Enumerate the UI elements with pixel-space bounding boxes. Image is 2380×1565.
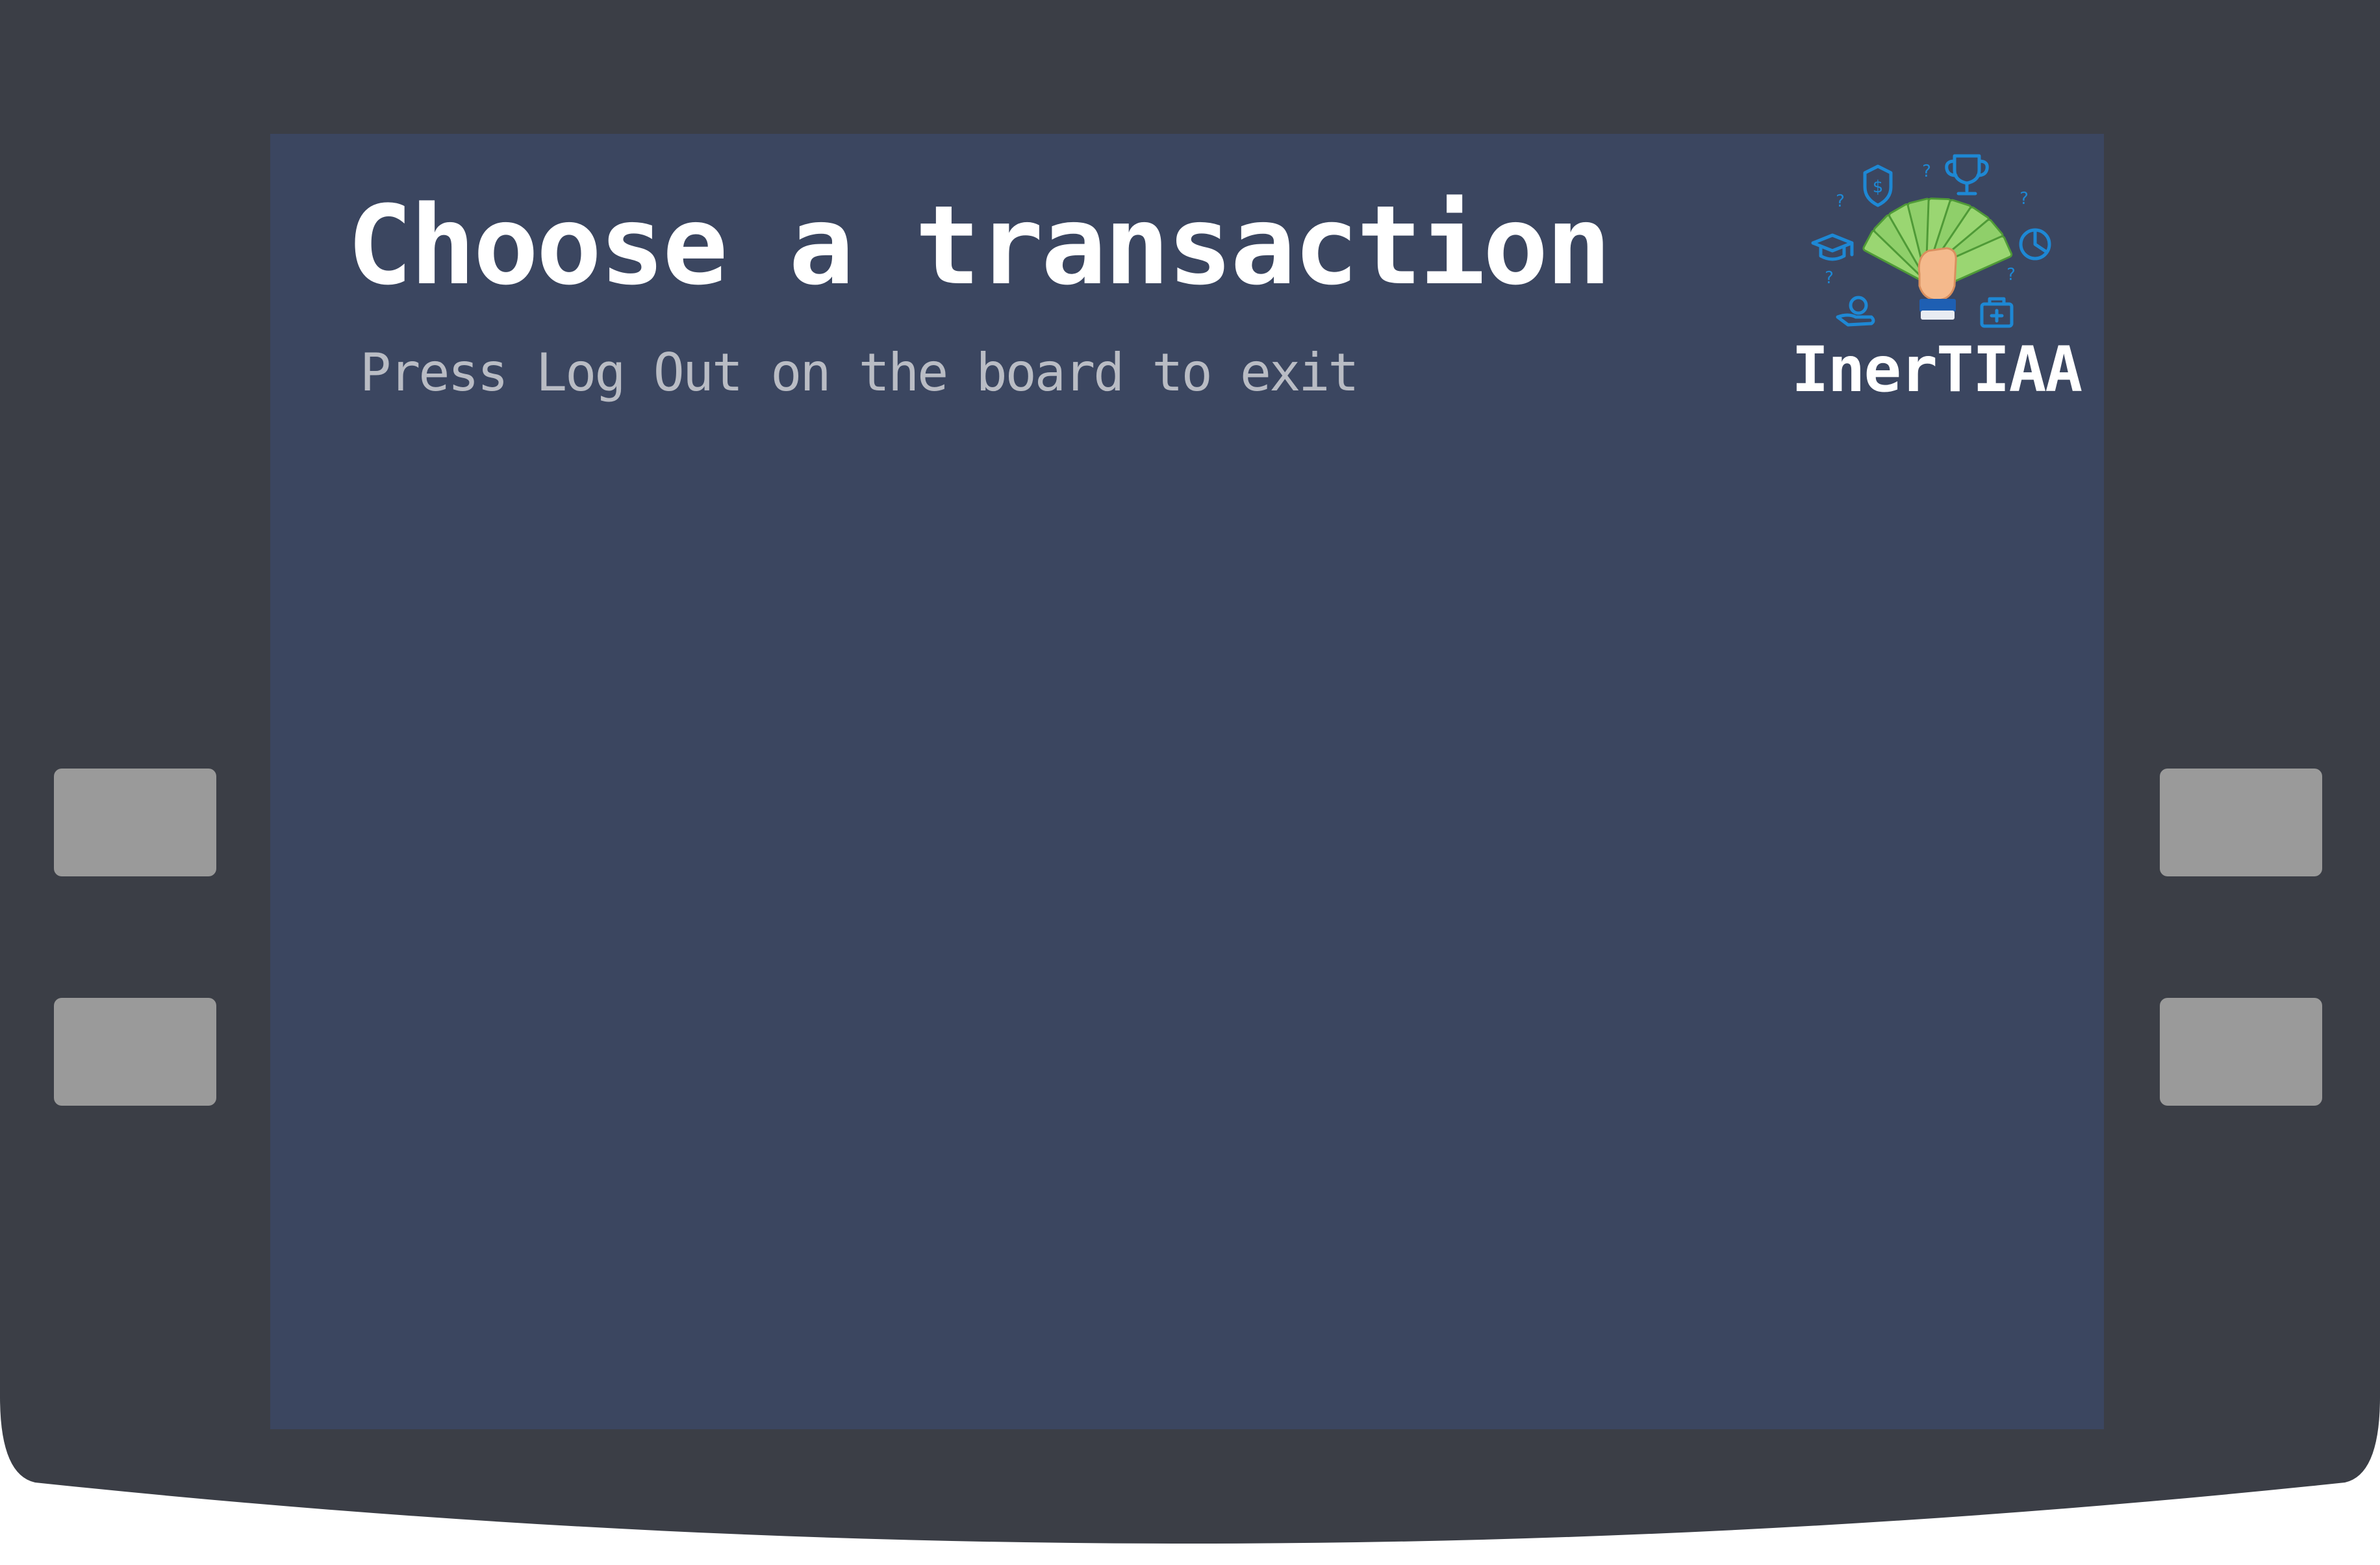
left-function-button-1[interactable] xyxy=(54,769,216,876)
svg-text:?: ? xyxy=(1836,192,1845,211)
brand-name: InerTIAA xyxy=(1791,333,2082,406)
inertiaa-logo: $ ? ? ? ? ? InerTIAA xyxy=(1780,147,2092,420)
svg-text:?: ? xyxy=(1922,162,1931,181)
svg-text:?: ? xyxy=(2007,265,2016,285)
svg-text:?: ? xyxy=(2019,189,2029,209)
left-function-button-2[interactable] xyxy=(54,998,216,1106)
right-function-button-1[interactable] xyxy=(2160,769,2322,876)
page-title: Choose a transaction xyxy=(347,182,1612,309)
right-function-button-2[interactable] xyxy=(2160,998,2322,1106)
atm-screen: Choose a transaction Press Log Out on th… xyxy=(270,134,2104,1429)
svg-text:$: $ xyxy=(1873,177,1884,197)
money-fan-icon: $ ? ? ? ? ? xyxy=(1811,154,2051,328)
svg-text:?: ? xyxy=(1825,268,1834,288)
exit-instruction: Press Log Out on the board to exit xyxy=(360,342,1360,403)
